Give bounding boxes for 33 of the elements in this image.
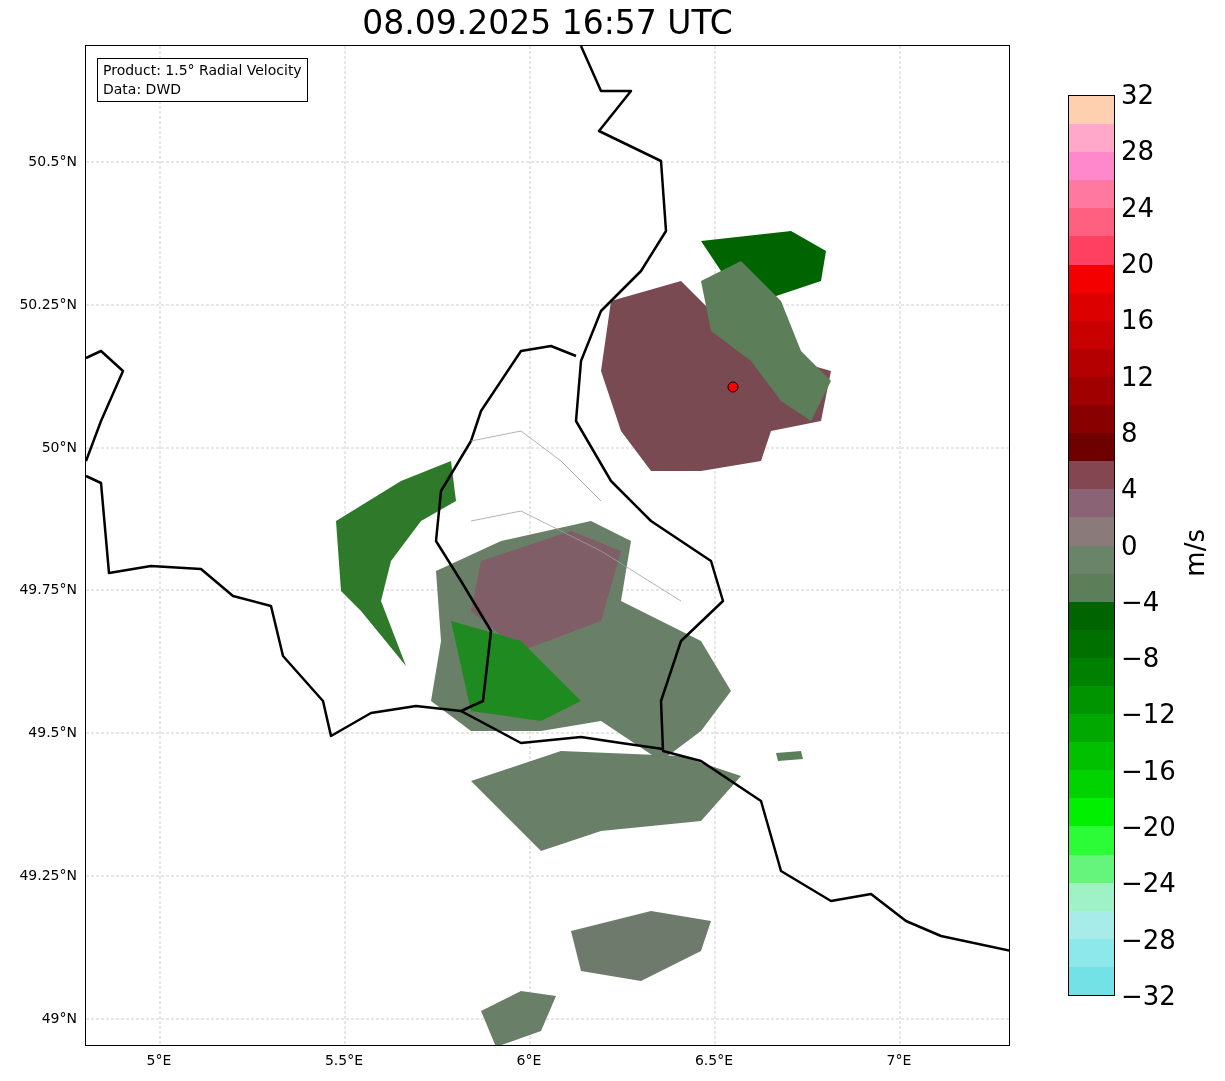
colorbar-tick-label: 28 [1121,137,1156,166]
colorbar-tick-label: 24 [1121,193,1156,222]
colorbar-tick-label: −28 [1121,925,1177,954]
colorbar-tick-label: −20 [1121,813,1177,842]
colorbar-tick-label: 0 [1121,531,1139,560]
axis-tick-label: 49.75°N [19,580,77,600]
colorbar-tick-label: −24 [1121,869,1177,898]
axis-tick-label: 5°E [145,1051,173,1070]
colorbar-tick-label: −32 [1121,982,1177,1010]
axis-tick-label: 5.5°E [323,1051,365,1070]
colorbar-tick-label: −4 [1121,587,1161,616]
chart-title: 08.09.2025 16:57 UTC [362,2,733,43]
axis-tick-label: 49.25°N [19,866,77,886]
colorbar-tick-label: 4 [1121,475,1139,504]
colorbar-tick-label: 20 [1121,249,1156,278]
colorbar-label: m/s [1181,528,1209,577]
axis-tick-label: 50.5°N [28,152,77,171]
legend-text: Product: 1.5° Radial Velocity [103,61,302,80]
colorbar-tick-label: −12 [1121,700,1177,729]
colorbar-tick-label: 8 [1121,418,1139,447]
axis-tick-label: 49.5°N [28,723,77,743]
axis-tick-label: 50.25°N [19,294,77,314]
axis-tick-label: 6.5°E [693,1051,735,1070]
colorbar-tick-label: 32 [1121,81,1156,109]
colorbar-tick-label: 12 [1121,362,1156,391]
axis-tick-label: 50°N [41,437,77,457]
legend-text: Data: DWD [103,80,182,99]
axis-tick-label: 49°N [41,1008,77,1028]
colorbar-tick-label: 16 [1121,306,1156,335]
colorbar-tick-label: −16 [1121,756,1177,785]
axis-tick-label: 7°E [885,1051,913,1070]
colorbar-tick-label: −8 [1121,644,1161,673]
axis-tick-label: 6°E [515,1051,543,1070]
